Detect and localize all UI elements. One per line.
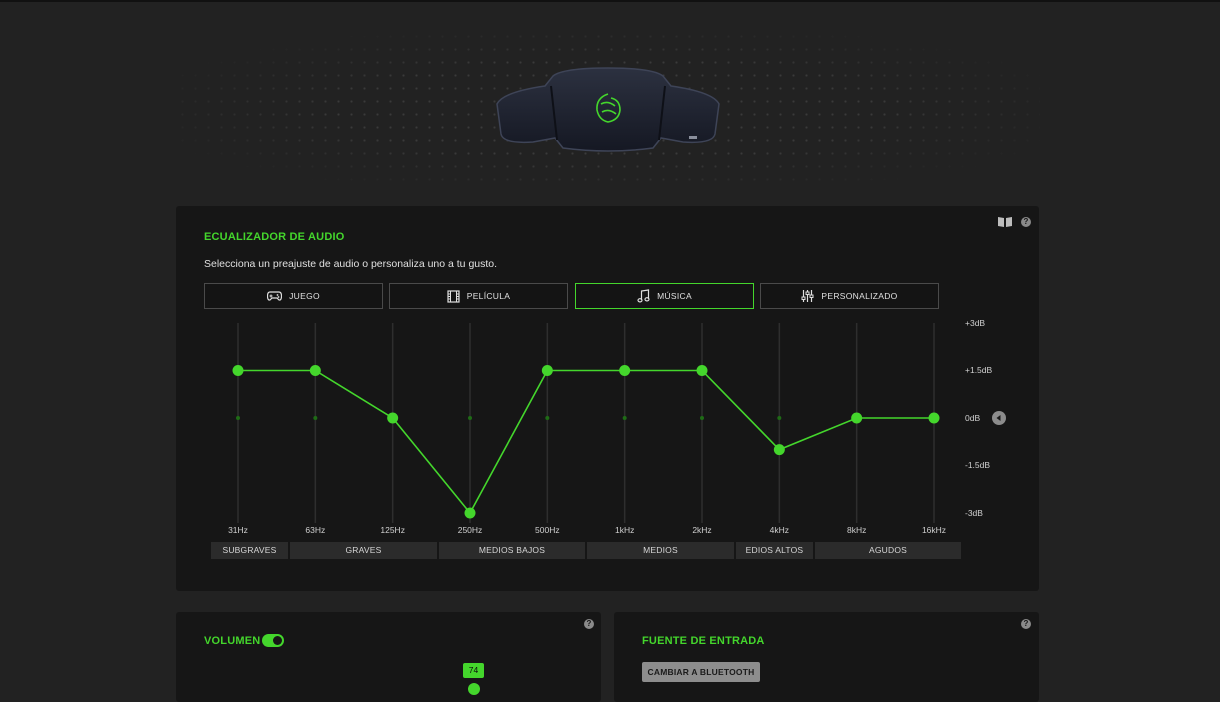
frequency-label-2kHz: 2kHz xyxy=(692,525,712,535)
volume-help-icon[interactable]: ? xyxy=(584,619,594,629)
frequency-label-63Hz: 63Hz xyxy=(305,525,326,535)
reset-zero-button[interactable] xyxy=(992,411,1006,425)
volume-value-badge: 74 xyxy=(463,663,484,678)
eq-curve xyxy=(238,369,934,515)
preset-music-label: MÚSICA xyxy=(657,291,692,301)
eq-zero-marker xyxy=(545,416,550,420)
equalizer-title: ECUALIZADOR DE AUDIO xyxy=(204,231,345,243)
frequency-label-16kHz: 16kHz xyxy=(921,525,947,535)
band-low-mids: MEDIOS BAJOS xyxy=(439,542,585,559)
gamepad-icon xyxy=(267,291,283,301)
preset-music-button[interactable]: MÚSICA xyxy=(575,283,754,309)
volume-panel: VOLUMEN ? 74 xyxy=(176,612,601,702)
eq-slider-handle-2kHz[interactable] xyxy=(696,365,708,376)
music-note-icon xyxy=(637,289,650,303)
frequency-label-125Hz: 125Hz xyxy=(380,525,405,535)
db-label-minus3: -3dB xyxy=(965,508,983,518)
frequency-label-1kHz: 1kHz xyxy=(614,525,635,535)
eq-slider-handle-8kHz[interactable] xyxy=(851,412,863,424)
eq-zero-marker xyxy=(468,416,472,420)
switch-bluetooth-button[interactable]: CAMBIAR A BLUETOOTH xyxy=(642,662,760,682)
preset-custom-button[interactable]: PERSONALIZADO xyxy=(760,283,939,309)
eq-slider-handle-16kHz[interactable] xyxy=(928,412,940,424)
arrow-left-icon xyxy=(996,415,1001,421)
preset-game-label: JUEGO xyxy=(289,291,320,301)
toggle-knob xyxy=(273,636,282,645)
frequency-label-500Hz: 500Hz xyxy=(535,525,560,535)
headset-device-image xyxy=(496,67,720,152)
eq-zero-marker xyxy=(236,416,240,420)
input-source-title: FUENTE DE ENTRADA xyxy=(642,635,765,647)
eq-slider-handle-63Hz[interactable] xyxy=(309,365,321,376)
db-label-plus1-5: +1.5dB xyxy=(965,365,993,375)
volume-title: VOLUMEN xyxy=(204,635,261,647)
frequency-label-250Hz: 250Hz xyxy=(457,525,483,535)
frequency-label-4kHz: 4kHz xyxy=(769,525,790,535)
eq-zero-marker xyxy=(777,416,782,420)
band-treble: AGUDOS xyxy=(815,542,961,559)
volume-slider-thumb[interactable] xyxy=(468,683,480,695)
db-label-minus1-5: -1.5dB xyxy=(965,460,991,470)
input-source-panel: FUENTE DE ENTRADA ? CAMBIAR A BLUETOOTH xyxy=(614,612,1039,702)
eq-slider-handle-4kHz[interactable] xyxy=(773,444,785,456)
frequency-label-8kHz: 8kHz xyxy=(846,525,867,535)
film-icon xyxy=(447,289,460,303)
eq-slider-handle-31Hz[interactable] xyxy=(232,365,244,376)
band-high-mids: EDIOS ALTOS xyxy=(736,542,813,559)
eq-slider-handle-125Hz[interactable] xyxy=(387,412,399,424)
equalizer-panel: ECUALIZADOR DE AUDIO ? Selecciona un pre… xyxy=(176,206,1039,591)
db-label-plus3: +3dB xyxy=(965,318,986,328)
equalizer-subtitle: Selecciona un preajuste de audio o perso… xyxy=(204,258,498,270)
sliders-icon xyxy=(801,290,814,302)
eq-zero-marker xyxy=(313,416,318,420)
help-icon[interactable]: ? xyxy=(1021,217,1031,227)
eq-zero-marker xyxy=(700,416,704,420)
input-source-help-icon[interactable]: ? xyxy=(1021,619,1031,629)
frequency-label-31Hz: 31Hz xyxy=(228,525,248,535)
window-top-border xyxy=(0,0,1220,2)
volume-toggle[interactable] xyxy=(262,634,284,647)
eq-slider-handle-1kHz[interactable] xyxy=(619,365,631,376)
preset-movie-button[interactable]: PELÍCULA xyxy=(389,283,568,309)
db-label-0: 0dB xyxy=(965,413,981,423)
preset-game-button[interactable]: JUEGO xyxy=(204,283,383,309)
band-bass: GRAVES xyxy=(290,542,437,559)
preset-movie-label: PELÍCULA xyxy=(466,291,511,301)
preset-custom-label: PERSONALIZADO xyxy=(821,291,898,301)
eq-zero-marker xyxy=(622,416,627,420)
equalizer-graph[interactable] xyxy=(176,311,1039,561)
book-icon[interactable] xyxy=(997,216,1013,228)
eq-slider-handle-250Hz[interactable] xyxy=(464,507,476,519)
band-subbass: SUBGRAVES xyxy=(211,542,288,559)
eq-slider-handle-500Hz[interactable] xyxy=(541,365,553,376)
band-mids: MEDIOS xyxy=(587,542,734,559)
